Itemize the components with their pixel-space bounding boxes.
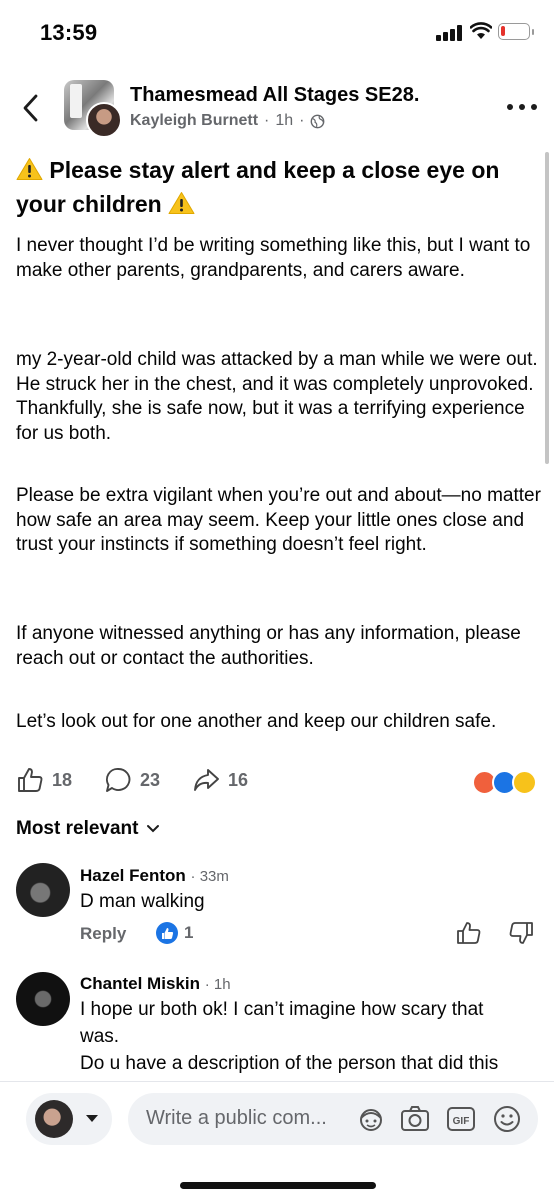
comment-text: D man walking — [80, 891, 205, 912]
comment-time: 33m — [199, 868, 229, 885]
camera-icon[interactable] — [400, 1104, 430, 1134]
back-arrow-icon[interactable] — [16, 90, 46, 126]
more-options-icon[interactable] — [507, 100, 537, 114]
comment-author[interactable]: Hazel Fenton · 33m — [80, 866, 229, 886]
post-meta: Kayleigh Burnett · 1h · — [130, 112, 325, 130]
chevron-down-icon — [147, 825, 160, 833]
scrollbar[interactable] — [545, 152, 549, 464]
battery-icon — [498, 23, 534, 40]
share-icon — [194, 769, 219, 791]
comment-author[interactable]: Chantel Miskin · 1h — [80, 974, 231, 994]
like-count: 18 — [52, 769, 73, 790]
post-title: Please stay alert and keep a close eye o… — [16, 153, 536, 221]
post-title-text: Please stay alert and keep a close eye o… — [16, 157, 500, 217]
post-time: 1h — [275, 112, 294, 129]
thumbs-up-icon — [18, 768, 43, 792]
comment-text-line: Do u have a description of the person th… — [80, 1053, 499, 1074]
commenter-avatar[interactable] — [16, 972, 70, 1026]
wow-reaction-icon — [512, 770, 537, 795]
meta-separator: · — [299, 112, 305, 129]
composer-avatar — [35, 1100, 73, 1138]
comment-icon — [106, 768, 131, 792]
emoji-icon[interactable] — [492, 1104, 522, 1134]
share-count: 16 — [228, 769, 249, 790]
post-paragraph: my 2-year-old child was attacked by a ma… — [16, 349, 538, 444]
comment-author-name: Hazel Fenton — [80, 866, 186, 885]
comment-text-line: I hope ur both ok! I can’t imagine how s… — [80, 999, 484, 1020]
author-name[interactable]: Kayleigh Burnett — [130, 112, 258, 130]
battery-level — [501, 26, 505, 36]
caret-down-icon — [86, 1115, 98, 1122]
commenter-avatar[interactable] — [16, 863, 70, 917]
comment-dislike-icon[interactable] — [508, 920, 534, 946]
comment-text: I hope ur both ok! I can’t imagine how s… — [80, 996, 550, 1077]
comment-like-count[interactable]: 1 — [156, 922, 193, 944]
identity-switcher[interactable] — [26, 1093, 112, 1145]
share-button[interactable]: 16 — [192, 766, 248, 794]
comment-author-name: Chantel Miskin — [80, 974, 200, 993]
comment-time: 1h — [213, 976, 231, 993]
post-actions: 18 23 16 — [0, 762, 554, 802]
wifi-icon — [470, 22, 492, 39]
comment-like-icon[interactable] — [456, 920, 482, 946]
comment-composer: Write a public com... GIF — [0, 1082, 554, 1199]
comment-count: 23 — [140, 769, 161, 790]
post-header: Thamesmead All Stages SE28. Kayleigh Bur… — [0, 72, 554, 144]
comment-text-line: was. — [80, 1026, 120, 1047]
status-time: 13:59 — [40, 20, 98, 45]
avatar-sticker-icon[interactable] — [356, 1104, 386, 1134]
post-paragraph: Let’s look out for one another and keep … — [16, 711, 497, 732]
home-indicator — [180, 1182, 376, 1189]
comment-input[interactable]: Write a public com... GIF — [128, 1093, 538, 1145]
group-name[interactable]: Thamesmead All Stages SE28. — [130, 84, 419, 107]
gif-icon[interactable]: GIF — [446, 1104, 476, 1134]
svg-text:GIF: GIF — [453, 1116, 470, 1127]
post-paragraph: I never thought I’d be writing something… — [16, 235, 531, 281]
comment-sort-dropdown[interactable]: Most relevant — [16, 818, 160, 840]
globe-icon — [311, 114, 325, 128]
reply-button[interactable]: Reply — [80, 924, 126, 944]
reaction-summary[interactable] — [472, 770, 542, 796]
warning-icon — [16, 158, 43, 180]
post-paragraph: Please be extra vigilant when you’re out… — [16, 485, 541, 555]
status-bar: 13:59 — [0, 0, 554, 64]
like-badge-icon — [156, 922, 178, 944]
comment-button[interactable]: 23 — [104, 766, 160, 794]
cellular-signal-icon — [436, 25, 464, 41]
meta-separator: · — [264, 112, 270, 129]
sort-label: Most relevant — [16, 818, 139, 839]
like-button[interactable]: 18 — [16, 766, 72, 794]
post-paragraph: If anyone witnessed anything or has any … — [16, 623, 521, 669]
warning-icon — [168, 192, 195, 214]
comment-input-placeholder: Write a public com... — [146, 1107, 327, 1129]
author-avatar[interactable] — [86, 102, 122, 138]
comment-likes: 1 — [184, 923, 194, 942]
